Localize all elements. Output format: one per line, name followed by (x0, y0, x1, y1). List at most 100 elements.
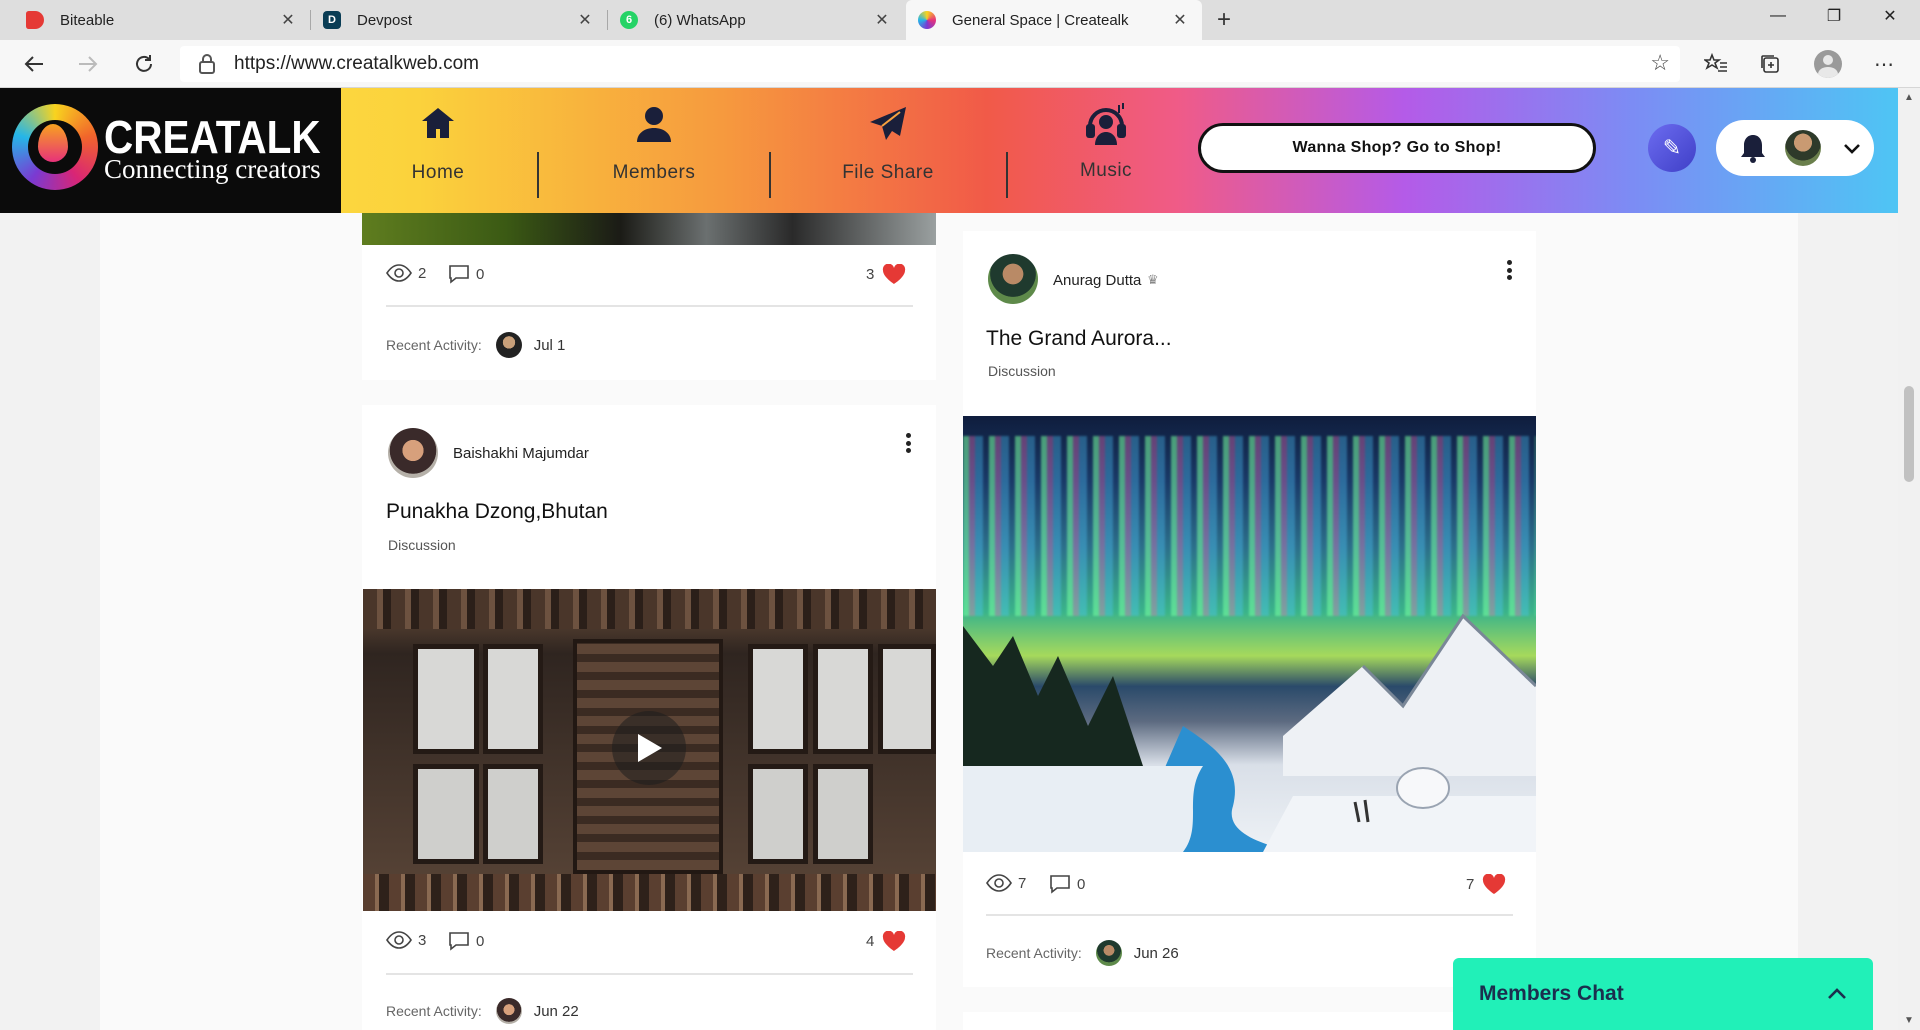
chevron-up-icon[interactable] (1823, 980, 1851, 1008)
address-toolbar: https://www.creatalkweb.com ☆ ⋯ (0, 40, 1920, 88)
views-stat: 3 (386, 931, 426, 949)
close-icon[interactable]: ✕ (575, 10, 595, 30)
heart-icon (883, 931, 906, 951)
post-category[interactable]: Discussion (388, 537, 456, 553)
feed-area (100, 213, 1798, 1030)
views-stat: 2 (386, 264, 426, 282)
site-logo[interactable]: CREATALK Connecting creators (0, 88, 341, 213)
crown-icon: ♛ (1147, 272, 1159, 287)
tab-biteable[interactable]: Biteable ✕ (14, 0, 310, 40)
post-image[interactable] (963, 416, 1536, 852)
user-menu[interactable] (1716, 120, 1874, 176)
post-image[interactable] (362, 213, 936, 245)
shop-button[interactable]: Wanna Shop? Go to Shop! (1198, 123, 1596, 173)
comments-stat[interactable]: 0 (448, 931, 484, 951)
nav-divider (537, 152, 539, 198)
profile-icon[interactable] (1812, 48, 1844, 80)
close-icon[interactable]: ✕ (872, 10, 892, 30)
comments-stat[interactable]: 0 (448, 264, 484, 284)
landscape-art (963, 613, 1536, 852)
author-avatar[interactable] (988, 254, 1038, 304)
scroll-up-icon[interactable]: ▲ (1904, 92, 1914, 103)
favorite-star-icon[interactable]: ☆ (1650, 50, 1670, 76)
new-tab-button[interactable]: + (1210, 6, 1238, 34)
comment-icon (449, 265, 469, 284)
biteable-icon (26, 11, 44, 29)
whatsapp-icon: 6 (620, 11, 638, 29)
members-chat-bar[interactable]: Members Chat (1453, 958, 1873, 1030)
recent-date: Jun 26 (1133, 944, 1179, 962)
recent-avatar[interactable] (495, 332, 522, 358)
site-header: CREATALK Connecting creators Home Member… (0, 88, 1898, 213)
likes-count: 4 (866, 933, 875, 950)
forward-icon[interactable] (72, 48, 104, 80)
window-panel (748, 764, 808, 864)
address-bar[interactable]: https://www.creatalkweb.com ☆ (180, 46, 1680, 82)
more-options-icon[interactable] (898, 429, 918, 457)
views-count: 7 (1018, 874, 1027, 892)
back-icon[interactable] (18, 48, 50, 80)
tab-whatsapp[interactable]: 6 (6) WhatsApp ✕ (608, 0, 904, 40)
minimize-icon[interactable]: — (1750, 0, 1806, 32)
nav-home[interactable]: Home (398, 88, 478, 213)
window-panel (878, 644, 936, 754)
recent-avatar[interactable] (1095, 940, 1122, 966)
recent-activity: Recent Activity: Jun 22 (386, 998, 579, 1024)
bell-icon[interactable] (1738, 132, 1768, 164)
window-panel (413, 644, 479, 754)
author-name[interactable]: Anurag Dutta (1053, 272, 1141, 289)
post-category[interactable]: Discussion (988, 363, 1056, 379)
recent-date: Jul 1 (533, 336, 566, 354)
more-options-icon[interactable] (1499, 256, 1519, 284)
nav-label: File Share (842, 162, 934, 183)
views-count: 3 (418, 931, 427, 949)
logo-drop-icon (38, 124, 68, 162)
close-icon[interactable]: ✕ (1170, 10, 1190, 30)
likes-stat[interactable]: 3 (866, 264, 906, 285)
favorites-icon[interactable] (1700, 48, 1732, 80)
nav-file-share[interactable]: File Share (828, 88, 948, 213)
restore-icon[interactable]: ❐ (1806, 0, 1862, 32)
post-title[interactable]: The Grand Aurora... (986, 327, 1172, 351)
browser-tab-bar: Biteable ✕ D Devpost ✕ 6 (6) WhatsApp ✕ … (0, 0, 1920, 40)
recent-avatar[interactable] (495, 998, 522, 1024)
nav-members[interactable]: Members (594, 88, 714, 213)
divider (386, 973, 913, 975)
author-avatar[interactable] (388, 428, 438, 478)
likes-stat[interactable]: 7 (1466, 874, 1506, 895)
play-button[interactable] (612, 711, 686, 785)
reload-icon[interactable] (128, 48, 160, 80)
post-video[interactable] (363, 589, 936, 911)
tab-title: General Space | Createalk (952, 11, 1129, 29)
facade-decoration (363, 874, 936, 911)
close-window-icon[interactable]: ✕ (1862, 0, 1918, 32)
facade-decoration (363, 589, 936, 629)
tab-devpost[interactable]: D Devpost ✕ (311, 0, 607, 40)
tab-createalk[interactable]: General Space | Createalk ✕ (906, 0, 1202, 40)
comments-stat[interactable]: 0 (1049, 874, 1085, 894)
author-name[interactable]: Baishakhi Majumdar (453, 445, 589, 462)
user-avatar[interactable] (1785, 130, 1821, 166)
comment-icon (1050, 875, 1070, 894)
likes-stat[interactable]: 4 (866, 931, 906, 952)
nav-music[interactable]: Music (1066, 88, 1146, 213)
post-card-next[interactable] (963, 1012, 1536, 1030)
heart-icon (1483, 874, 1506, 894)
chevron-down-icon[interactable] (1840, 136, 1864, 160)
comment-icon (449, 932, 469, 951)
nav-divider (769, 152, 771, 198)
page-scrollbar[interactable]: ▲ ▼ (1898, 88, 1920, 1030)
nav-label: Home (411, 162, 465, 183)
post-title[interactable]: Punakha Dzong,Bhutan (386, 500, 608, 524)
likes-count: 3 (866, 266, 875, 283)
collections-icon[interactable] (1754, 48, 1786, 80)
more-menu-icon[interactable]: ⋯ (1868, 48, 1900, 80)
eye-icon (986, 874, 1012, 892)
scroll-thumb[interactable] (1904, 386, 1914, 482)
create-post-button[interactable]: ✎ (1648, 124, 1696, 172)
close-icon[interactable]: ✕ (278, 10, 298, 30)
divider (986, 914, 1513, 916)
nav-label: Music (1079, 160, 1133, 181)
scroll-down-icon[interactable]: ▼ (1904, 1015, 1914, 1026)
lock-icon (198, 53, 218, 75)
